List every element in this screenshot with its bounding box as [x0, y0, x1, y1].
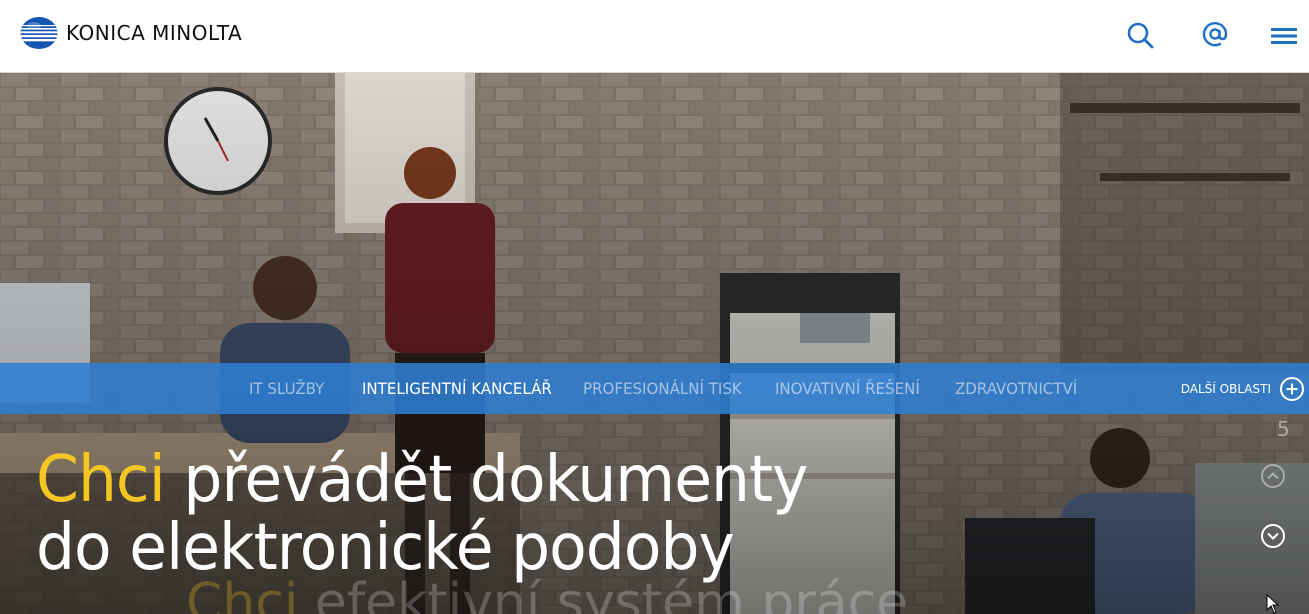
- plus-circle-icon: [1280, 377, 1304, 401]
- chevron-down-circle-icon[interactable]: [1260, 523, 1286, 549]
- brand-name: KONICA MINOLTA: [66, 21, 243, 45]
- tab-profesionalni-tisk[interactable]: PROFESIONÁLNÍ TISK: [583, 379, 742, 398]
- slide-counter: 5: [1277, 417, 1290, 441]
- next-headline-accent: Chci: [186, 573, 299, 614]
- tab-inovativni-reseni[interactable]: INOVATIVNÍ ŘEŠENÍ: [775, 379, 920, 398]
- globe-logo-icon: [20, 17, 58, 49]
- search-icon[interactable]: [1125, 20, 1155, 50]
- at-sign-icon[interactable]: [1200, 20, 1230, 50]
- hamburger-menu-icon[interactable]: [1269, 22, 1299, 52]
- konica-minolta-logo[interactable]: KONICA MINOLTA: [20, 16, 242, 50]
- tab-zdravotnictvi[interactable]: ZDRAVOTNICTVÍ: [955, 379, 1077, 398]
- more-areas-label: DALŠÍ OBLASTI: [1180, 382, 1271, 396]
- next-headline-preview: Chci efektivní systém práce: [186, 573, 908, 614]
- tab-it-sluzby[interactable]: IT SLUŽBY: [249, 379, 324, 398]
- site-header: KONICA MINOLTA: [0, 0, 1309, 73]
- more-areas-button[interactable]: DALŠÍ OBLASTI: [1181, 376, 1305, 402]
- headline-line1: převádět dokumenty: [183, 443, 808, 517]
- next-headline-text: efektivní systém práce: [314, 573, 909, 614]
- category-tab-bar: IT SLUŽBY INTELIGENTNÍ KANCELÁŘ PROFESIO…: [0, 363, 1309, 414]
- hero-banner: IT SLUŽBY INTELIGENTNÍ KANCELÁŘ PROFESIO…: [0, 73, 1309, 614]
- mouse-cursor-icon: [1266, 594, 1280, 614]
- hero-headline: Chci převádět dokumenty do elektronické …: [36, 443, 809, 582]
- headline-accent-word: Chci: [36, 443, 166, 517]
- chevron-up-circle-icon[interactable]: [1260, 463, 1286, 489]
- tab-inteligentni-kancelar[interactable]: INTELIGENTNÍ KANCELÁŘ: [362, 379, 552, 398]
